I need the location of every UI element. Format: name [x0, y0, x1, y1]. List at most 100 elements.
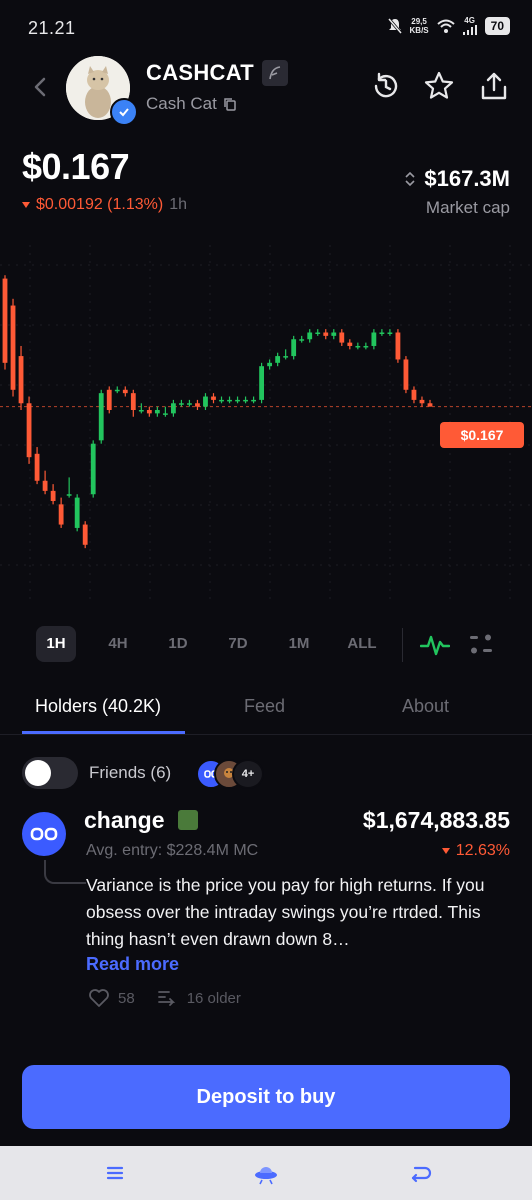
candle-body: [315, 332, 321, 334]
candle-body: [50, 490, 56, 501]
candle: [283, 349, 289, 360]
candle: [2, 275, 8, 370]
friends-more-count[interactable]: 4+: [232, 759, 264, 789]
candle-chart-icon[interactable]: [468, 632, 494, 658]
deposit-to-buy-button[interactable]: Deposit to buy: [22, 1065, 510, 1129]
candle: [363, 342, 369, 350]
candle-body: [18, 356, 24, 404]
candle: [187, 399, 192, 407]
candle-body: [179, 403, 184, 405]
candle-body: [10, 305, 16, 390]
candle: [387, 329, 393, 336]
candle: [355, 342, 361, 350]
candle-body: [331, 332, 337, 336]
copy-icon[interactable]: [223, 97, 237, 111]
candle: [82, 521, 88, 549]
candle: [323, 329, 329, 340]
candle: [114, 386, 120, 394]
candle-body: [251, 399, 256, 402]
candle: [371, 329, 377, 350]
market-cap-value[interactable]: $167.3M: [404, 166, 510, 192]
candle: [154, 406, 160, 417]
timeframe-4h[interactable]: 4H: [98, 626, 138, 662]
friends-label: Friends (6): [89, 763, 172, 782]
back-gesture-icon[interactable]: [406, 1160, 432, 1186]
candle: [18, 345, 24, 410]
candle: [138, 403, 144, 414]
candle-body: [275, 356, 281, 363]
active-tab-indicator: [22, 731, 185, 734]
candle-body: [307, 332, 313, 340]
candle: [235, 396, 240, 404]
current-price-tag: $0.167: [440, 422, 524, 448]
candle: [106, 386, 112, 414]
post-author-name[interactable]: change: [84, 807, 165, 834]
timeframe-divider: [402, 628, 403, 662]
network-type: 4G: [464, 16, 475, 25]
candle-body: [427, 403, 433, 407]
post-author-avatar[interactable]: [22, 812, 66, 856]
candle: [162, 406, 168, 417]
timeframe-7d[interactable]: 7D: [218, 626, 258, 662]
toggle-knob: [25, 760, 51, 786]
back-arrow-icon[interactable]: [26, 72, 56, 102]
candle-body: [363, 345, 369, 348]
candle-body: [235, 399, 240, 402]
avg-entry: Avg. entry: $228.4M MC: [86, 842, 259, 859]
candle-body: [371, 332, 377, 346]
line-chart-icon[interactable]: [420, 632, 450, 658]
candle: [419, 396, 425, 407]
tab-about[interactable]: About: [402, 696, 449, 717]
read-more-link[interactable]: Read more: [86, 954, 179, 975]
timeframe-1h[interactable]: 1H: [36, 626, 76, 662]
candle-body: [138, 410, 144, 412]
candle: [307, 329, 313, 343]
history-icon[interactable]: [370, 70, 402, 102]
candle: [74, 494, 80, 532]
star-icon[interactable]: [423, 70, 455, 102]
candle-body: [66, 494, 72, 496]
verified-badge-icon: [110, 98, 138, 126]
candle: [146, 406, 152, 417]
candle: [66, 477, 72, 498]
candle: [42, 470, 48, 495]
candle-body: [42, 480, 48, 491]
timeframe-1d[interactable]: 1D: [158, 626, 198, 662]
menu-icon[interactable]: [102, 1160, 128, 1186]
candle-body: [26, 403, 32, 458]
older-replies[interactable]: 16 older: [187, 990, 241, 1007]
candle-body: [82, 524, 88, 545]
candle-body: [299, 339, 305, 341]
heart-icon[interactable]: [88, 988, 110, 1008]
candle: [275, 352, 281, 367]
candle-body: [90, 443, 96, 495]
market-cap-amount: $167.3M: [424, 166, 510, 191]
candle: [170, 399, 176, 417]
thread-connector: [44, 860, 86, 884]
holding-amount: $1,674,883.85: [362, 807, 510, 833]
share-icon[interactable]: [478, 70, 510, 102]
candle: [130, 389, 136, 417]
tab-feed[interactable]: Feed: [244, 696, 285, 717]
down-triangle-icon: [22, 202, 30, 208]
candle: [347, 339, 353, 350]
token-subtitle[interactable]: Cash Cat: [146, 94, 237, 114]
post-meta: 58 16 older: [88, 988, 241, 1008]
tabs-divider: [0, 734, 532, 735]
candle: [90, 440, 96, 498]
ufo-icon[interactable]: [253, 1160, 279, 1186]
reply-thread-icon[interactable]: [157, 989, 179, 1007]
candle-body: [114, 389, 120, 392]
feather-icon[interactable]: [262, 60, 288, 86]
candle: [10, 298, 16, 397]
candle-body: [203, 396, 208, 407]
timeframe-1m[interactable]: 1M: [279, 626, 319, 662]
market-cap-label: Market cap: [425, 198, 510, 217]
timeframe-all[interactable]: ALL: [342, 626, 382, 662]
tab-holders[interactable]: Holders (40.2K): [35, 696, 161, 717]
author-logo-icon: [30, 827, 58, 841]
candle-body: [267, 362, 273, 367]
candle-body: [419, 399, 425, 404]
author-emoji-icon: [178, 810, 198, 830]
candle: [315, 329, 321, 336]
